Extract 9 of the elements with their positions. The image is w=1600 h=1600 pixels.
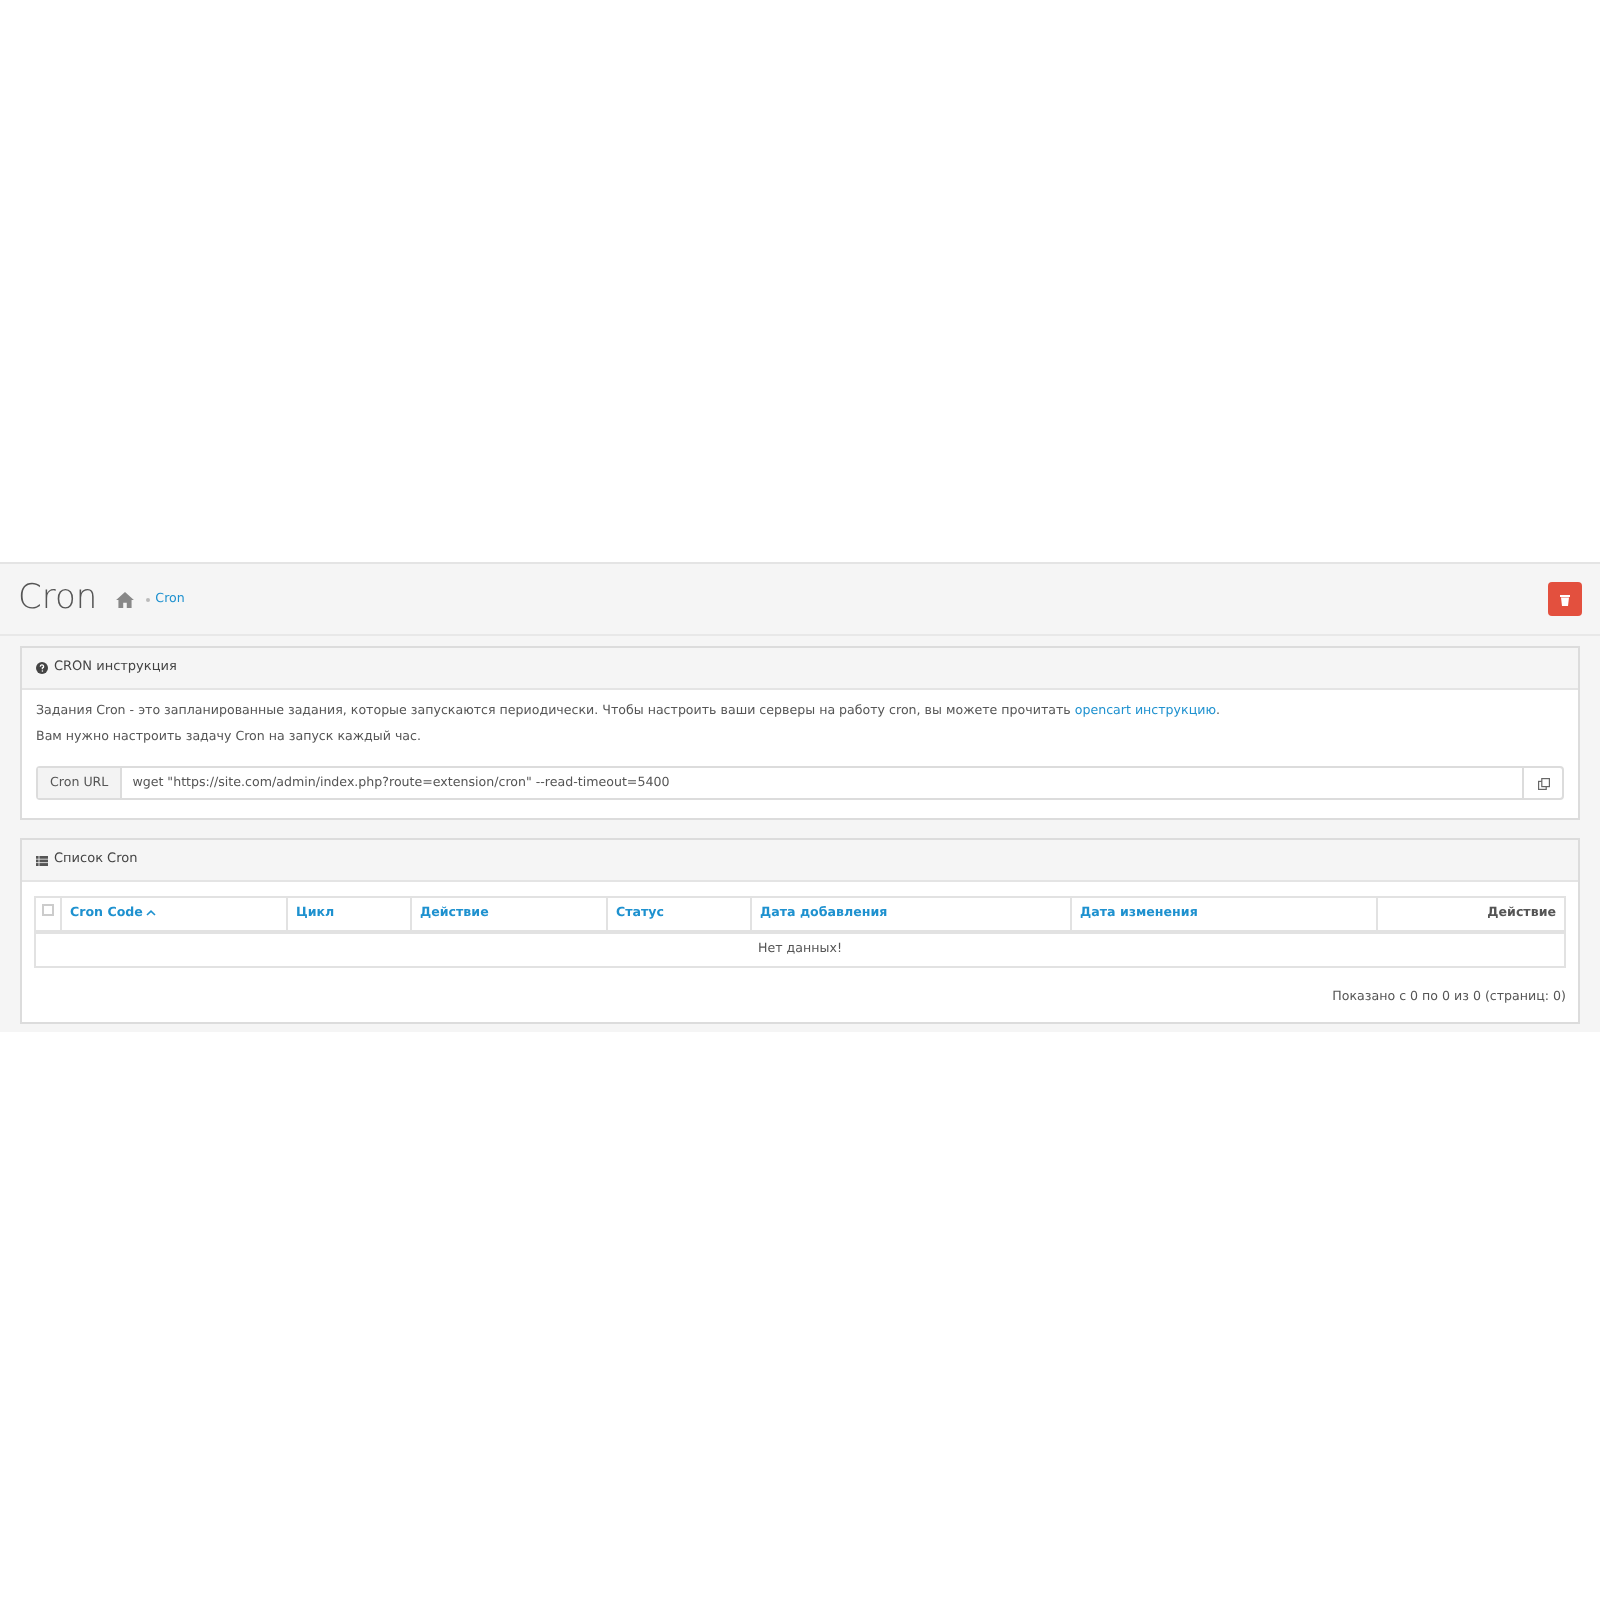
list-icon (36, 855, 48, 865)
home-icon[interactable] (115, 591, 134, 607)
page-title: Cron (18, 582, 98, 616)
select-all-checkbox[interactable] (42, 904, 54, 917)
question-circle-icon (36, 662, 48, 674)
copy-icon (1537, 777, 1549, 789)
delete-button[interactable] (1548, 582, 1582, 616)
breadcrumb-separator-icon (145, 597, 150, 601)
trash-icon (1560, 593, 1570, 605)
